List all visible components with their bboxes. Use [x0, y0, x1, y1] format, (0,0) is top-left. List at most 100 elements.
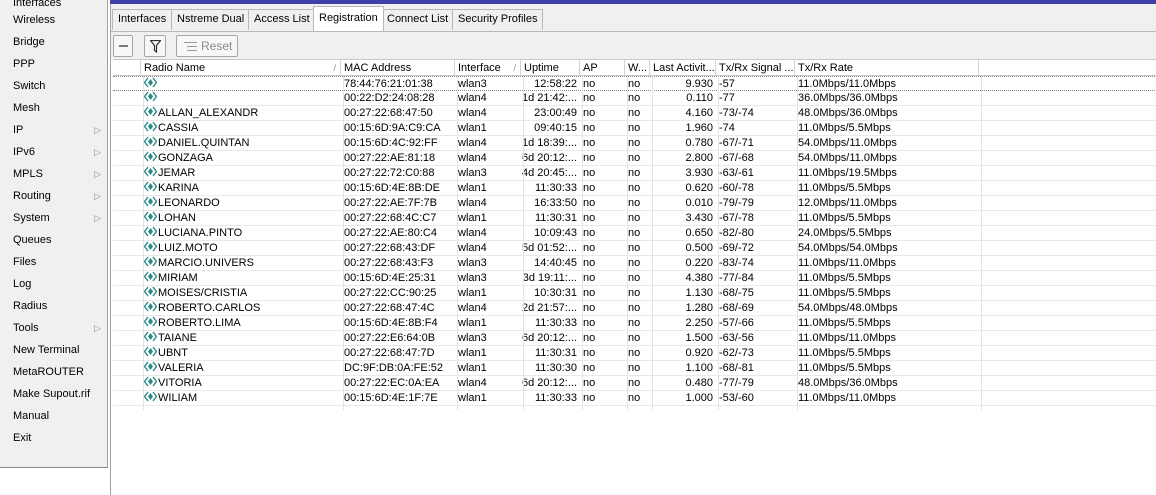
sidebar-item-label: Routing: [13, 190, 51, 202]
toolbar: Reset: [111, 31, 1156, 59]
table-row[interactable]: WILIAM 00:15:6D:4E:1F:7E wlan1 11:30:33 no no…: [113, 391, 1156, 406]
column-header-signal[interactable]: Tx/Rx Signal ...: [716, 60, 795, 76]
cell-radio-name: MOISES/CRISTIA: [141, 286, 341, 300]
table-row[interactable]: 00:22:D2:24:08:28 wlan4 1d 21:42:... no no 0.…: [113, 91, 1156, 106]
table-row[interactable]: ROBERTO.CARLOS 00:27:22:68:47:4C wlan4 2d 2…: [113, 301, 1156, 316]
reset-button[interactable]: Reset: [176, 35, 238, 57]
tab-security-profiles[interactable]: Security Profiles: [452, 9, 544, 30]
table-row[interactable]: KARINA 00:15:6D:4E:8B:DE wlan1 11:30:33 no no…: [113, 181, 1156, 196]
sidebar-item-make-supout-rif[interactable]: Make Supout.rif: [0, 383, 107, 405]
table-row[interactable]: GONZAGA 00:27:22:AE:81:18 wlan4 6d 20:12:..…: [113, 151, 1156, 166]
cell-iface: wlan4: [458, 92, 487, 104]
cell-ap: no: [583, 302, 596, 314]
cell-signal: -68/-75: [719, 287, 754, 299]
table-row[interactable]: JEMAR 00:27:22:72:C0:88 wlan3 4d 20:45:... n…: [113, 166, 1156, 181]
sidebar-item-log[interactable]: Log: [0, 273, 107, 295]
cell-last-activity: 9.930: [685, 78, 713, 90]
column-header-last-activity[interactable]: Last Activit...: [650, 60, 716, 76]
cell-signal: -74: [719, 122, 735, 134]
tab-registration[interactable]: Registration: [313, 6, 384, 31]
wireless-client-icon: [143, 241, 158, 252]
table-row[interactable]: 78:44:76:21:01:38 wlan3 12:58:22 no no 9.930-…: [113, 76, 1156, 91]
tab-connect-list[interactable]: Connect List: [381, 9, 455, 30]
remove-button[interactable]: [113, 35, 133, 57]
table-row[interactable]: MARCIO.UNIVERS 00:27:22:68:43:F3 wlan3 14:4…: [113, 256, 1156, 271]
cell-uptime: 11:30:30: [534, 362, 577, 374]
column-header-label: Uptime: [524, 62, 559, 74]
cell-radio-name: ROBERTO.CARLOS: [141, 301, 341, 315]
column-header-rate[interactable]: Tx/Rx Rate: [795, 60, 979, 76]
sidebar-item-exit[interactable]: Exit: [0, 427, 107, 449]
cell-ap: no: [583, 317, 596, 329]
cell-last-activity: 4.160: [685, 107, 713, 119]
sidebar-item-files[interactable]: Files: [0, 251, 107, 273]
sidebar-item-queues[interactable]: Queues: [0, 229, 107, 251]
table-row[interactable]: UBNT 00:27:22:68:47:7D wlan1 11:30:31 no no 0.…: [113, 346, 1156, 361]
reset-icon: [184, 42, 197, 51]
cell-iface: wlan1: [458, 347, 487, 359]
table-row[interactable]: LUIZ.MOTO 00:27:22:68:43:DF wlan4 5d 01:52:…: [113, 241, 1156, 256]
cell-last-activity: 0.480: [685, 377, 713, 389]
radio-name-text: UBNT: [158, 347, 188, 359]
table-row[interactable]: DANIEL.QUINTAN 00:15:6D:4C:92:FF wlan4 1d 1…: [113, 136, 1156, 151]
cell-uptime: 09:40:15: [534, 122, 577, 134]
table-row[interactable]: MIRIAM 00:15:6D:4E:25:31 wlan3 3d 19:11:...…: [113, 271, 1156, 286]
sidebar-item-manual[interactable]: Manual: [0, 405, 107, 427]
tab-nstreme-dual[interactable]: Nstreme Dual: [171, 9, 251, 30]
cell-last-activity: 3.930: [685, 167, 713, 179]
table-row[interactable]: VALERIA DC:9F:DB:0A:FE:52 wlan1 11:30:30 no n…: [113, 361, 1156, 376]
sidebar-item-label: Mesh: [13, 102, 40, 114]
table-row[interactable]: ALLAN_ALEXANDR 00:27:22:68:47:50 wlan4 23:0…: [113, 106, 1156, 121]
cell-last-activity: 3.430: [685, 212, 713, 224]
wireless-client-icon: [143, 91, 158, 102]
cell-iface: wlan3: [458, 257, 487, 269]
sidebar-item-system[interactable]: System ▷: [0, 207, 107, 229]
cell-mac: 00:27:22:68:47:4C: [344, 302, 435, 314]
submenu-arrow-icon: ▷: [94, 213, 101, 223]
column-header-iface[interactable]: Interface /: [455, 60, 521, 76]
column-header-uptime[interactable]: Uptime: [521, 60, 580, 76]
cell-last-activity: 0.620: [685, 182, 713, 194]
cell-uptime: 6d 20:12:...: [521, 332, 577, 344]
column-divider: [981, 76, 982, 410]
column-header-radio-name[interactable]: Radio Name /: [141, 60, 341, 76]
sidebar-item-metarouter[interactable]: MetaROUTER: [0, 361, 107, 383]
cell-rate: 36.0Mbps/36.0Mbps: [798, 92, 898, 104]
cell-iface: wlan1: [458, 392, 487, 404]
sidebar-item-new-terminal[interactable]: New Terminal: [0, 339, 107, 361]
cell-rate: 11.0Mbps/5.5Mbps: [798, 212, 891, 224]
cell-w: no: [628, 332, 641, 344]
cell-signal: -69/-72: [719, 242, 754, 254]
column-header-w[interactable]: W...: [625, 60, 650, 76]
table-row[interactable]: CASSIA 00:15:6D:9A:C9:CA wlan1 09:40:15 no no…: [113, 121, 1156, 136]
sidebar-item-tools[interactable]: Tools ▷: [0, 317, 107, 339]
sidebar-item-ipv6[interactable]: IPv6 ▷: [0, 141, 107, 163]
table-row[interactable]: LUCIANA.PINTO 00:27:22:AE:80:C4 wlan4 10:09…: [113, 226, 1156, 241]
column-header-mac[interactable]: MAC Address: [341, 60, 455, 76]
sidebar-item-switch[interactable]: Switch: [0, 75, 107, 97]
sidebar-item-wireless[interactable]: Wireless: [0, 9, 107, 31]
table-row[interactable]: LEONARDO 00:27:22:AE:7F:7B wlan4 16:33:50 no…: [113, 196, 1156, 211]
tab-access-list[interactable]: Access List: [248, 9, 316, 30]
cell-uptime: 16:33:50: [534, 197, 577, 209]
sidebar-item-ip[interactable]: IP ▷: [0, 119, 107, 141]
cell-signal: -60/-78: [719, 182, 754, 194]
table-row[interactable]: VITORIA 00:27:22:EC:0A:EA wlan4 6d 20:12:..…: [113, 376, 1156, 391]
table-row[interactable]: MOISES/CRISTIA 00:27:22:CC:90:25 wlan1 10:3…: [113, 286, 1156, 301]
sidebar-item-ppp[interactable]: PPP: [0, 53, 107, 75]
sort-indicator-icon: /: [513, 63, 516, 73]
table-row[interactable]: ROBERTO.LIMA 00:15:6D:4E:8B:F4 wlan1 11:30:…: [113, 316, 1156, 331]
sidebar-item-mesh[interactable]: Mesh: [0, 97, 107, 119]
cell-last-activity: 2.800: [685, 152, 713, 164]
sidebar-item-bridge[interactable]: Bridge: [0, 31, 107, 53]
wireless-client-icon: [143, 106, 158, 117]
filter-button[interactable]: [144, 35, 166, 57]
table-row[interactable]: TAIANE 00:27:22:E6:64:0B wlan3 6d 20:12:...…: [113, 331, 1156, 346]
submenu-arrow-icon: ▷: [94, 191, 101, 201]
tab-interfaces[interactable]: Interfaces: [112, 9, 173, 30]
table-row[interactable]: LOHAN 00:27:22:68:4C:C7 wlan1 11:30:31 no no 3…: [113, 211, 1156, 226]
column-header-ap[interactable]: AP: [580, 60, 625, 76]
sidebar-item-radius[interactable]: Radius: [0, 295, 107, 317]
sidebar-item-mpls[interactable]: MPLS ▷: [0, 163, 107, 185]
sidebar-item-routing[interactable]: Routing ▷: [0, 185, 107, 207]
